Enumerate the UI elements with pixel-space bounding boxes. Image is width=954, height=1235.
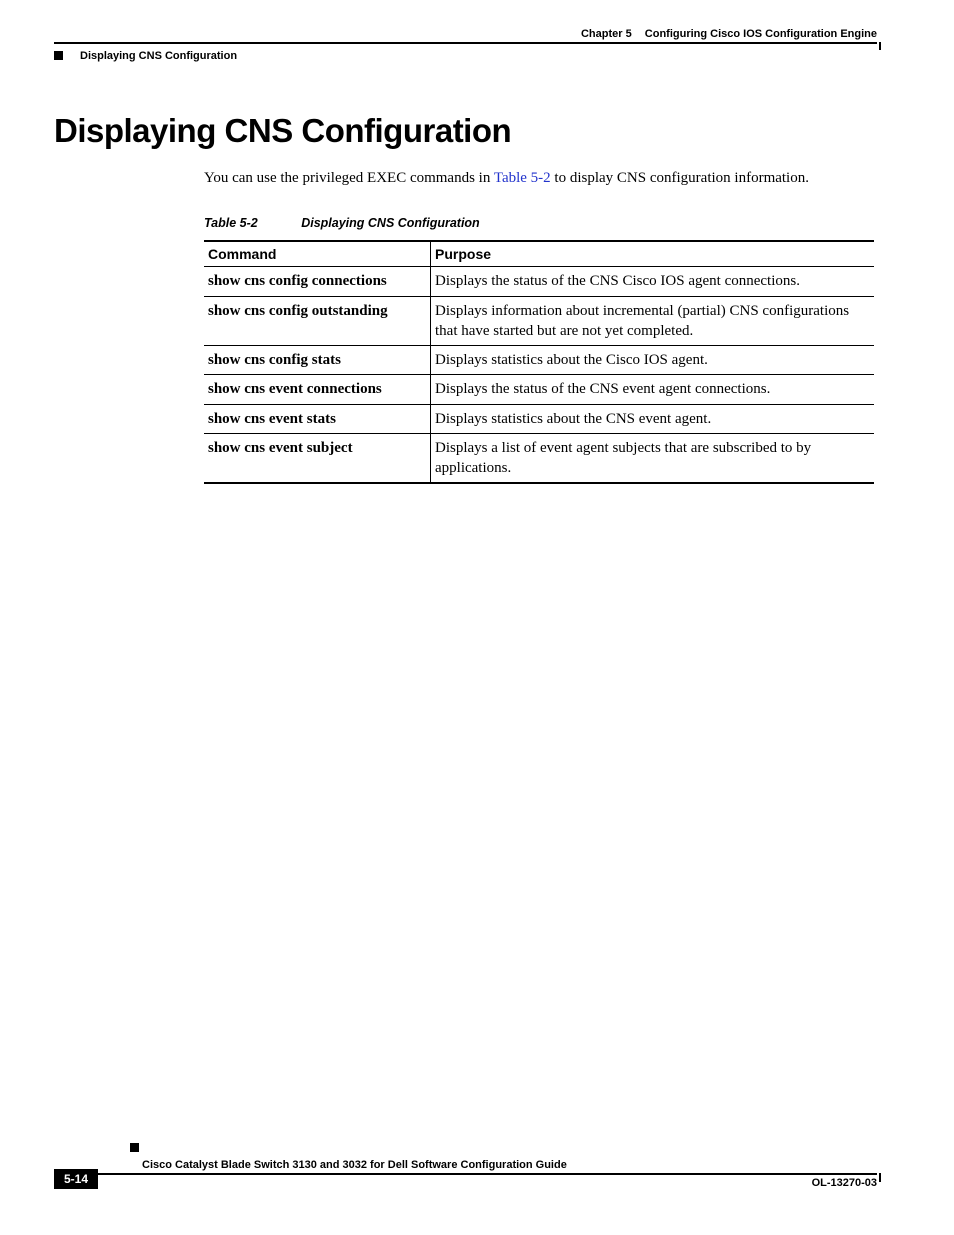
chapter-number: Chapter 5 [581, 28, 632, 40]
intro-text-post: to display CNS configuration information… [551, 170, 809, 186]
table-row: show cns event stats Displays statistics… [204, 404, 874, 433]
footer-tick-icon [879, 1173, 881, 1182]
body: You can use the privileged EXEC commands… [204, 168, 877, 484]
command-cell: show cns config connections [204, 267, 431, 296]
table-header-purpose: Purpose [431, 241, 875, 267]
page-number-badge: 5-14 [54, 1169, 98, 1189]
table-caption: Table 5-2 Displaying CNS Configuration [204, 216, 877, 230]
table-crossref-link[interactable]: Table 5-2 [494, 170, 551, 186]
table-header-command: Command [204, 241, 431, 267]
chapter-title: Configuring Cisco IOS Configuration Engi… [645, 28, 877, 40]
commands-table: Command Purpose show cns config connecti… [204, 240, 874, 484]
running-section: Displaying CNS Configuration [80, 50, 237, 62]
header-square-icon [54, 51, 63, 60]
header-tick-icon [879, 42, 881, 50]
table-number: Table 5-2 [204, 216, 258, 230]
table-row: show cns config connections Displays the… [204, 267, 874, 296]
footer-bar: 5-14 OL-13270-03 [54, 1173, 877, 1193]
table-title: Displaying CNS Configuration [301, 216, 479, 230]
command-cell: show cns config stats [204, 346, 431, 375]
command-cell: show cns event stats [204, 404, 431, 433]
header-rule [54, 42, 877, 44]
table-row: show cns event connections Displays the … [204, 375, 874, 404]
purpose-cell: Displays statistics about the Cisco IOS … [431, 346, 875, 375]
command-cell: show cns event connections [204, 375, 431, 404]
page-footer: Cisco Catalyst Blade Switch 3130 and 303… [54, 1159, 877, 1193]
footer-book-title: Cisco Catalyst Blade Switch 3130 and 303… [142, 1159, 877, 1171]
purpose-cell: Displays statistics about the CNS event … [431, 404, 875, 433]
header-right: Chapter 5 Configuring Cisco IOS Configur… [581, 28, 877, 40]
command-cell: show cns event subject [204, 433, 431, 483]
footer-rule [54, 1173, 877, 1175]
table-row: show cns event subject Displays a list o… [204, 433, 874, 483]
section-heading: Displaying CNS Configuration [54, 112, 877, 150]
footer-square-icon [130, 1143, 139, 1152]
table-row: show cns config stats Displays statistic… [204, 346, 874, 375]
command-cell: show cns config outstanding [204, 296, 431, 346]
purpose-cell: Displays information about incremental (… [431, 296, 875, 346]
purpose-cell: Displays a list of event agent subjects … [431, 433, 875, 483]
intro-paragraph: You can use the privileged EXEC commands… [204, 168, 877, 188]
document-id: OL-13270-03 [812, 1177, 877, 1189]
table-row: show cns config outstanding Displays inf… [204, 296, 874, 346]
purpose-cell: Displays the status of the CNS event age… [431, 375, 875, 404]
main-content: Displaying CNS Configuration You can use… [54, 112, 877, 484]
intro-text-pre: You can use the privileged EXEC commands… [204, 170, 494, 186]
purpose-cell: Displays the status of the CNS Cisco IOS… [431, 267, 875, 296]
